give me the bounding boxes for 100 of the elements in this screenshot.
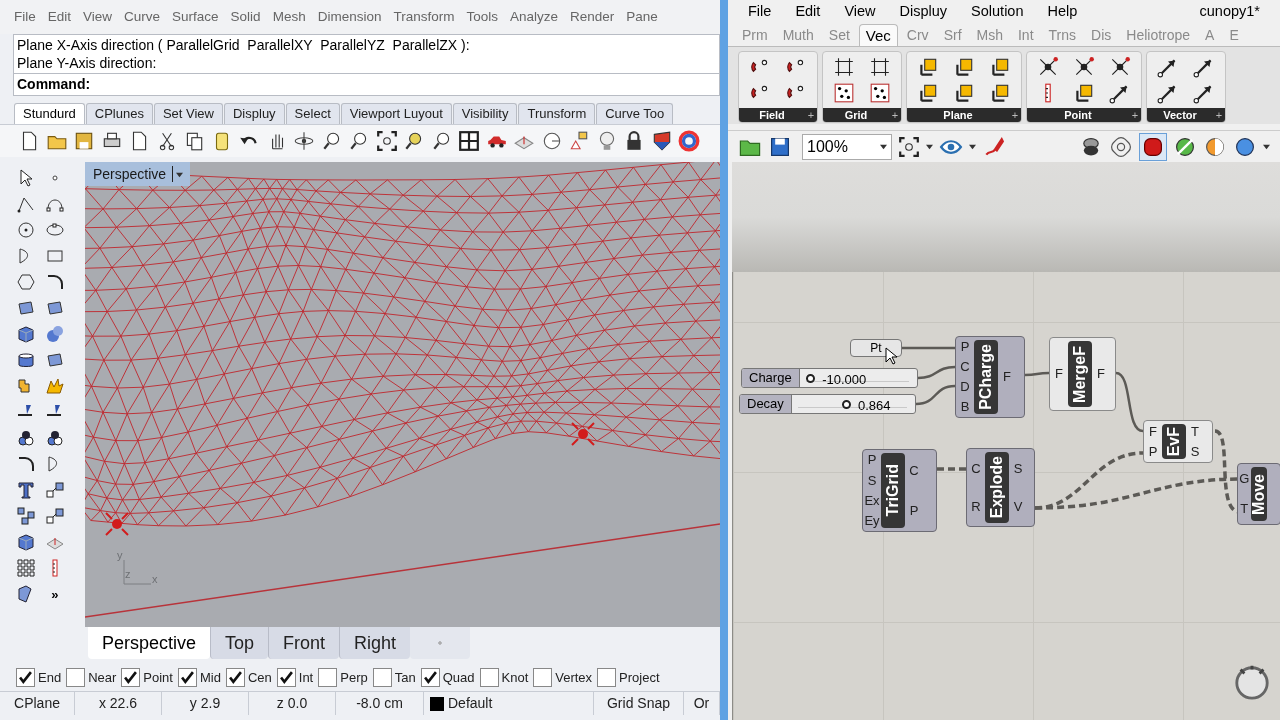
burst-icon[interactable] xyxy=(44,376,65,396)
number-slider[interactable]: Decay 0.864 xyxy=(739,394,916,414)
osnap-checkbox[interactable] xyxy=(121,668,141,687)
caret-icon[interactable] xyxy=(880,143,887,150)
polygon-icon[interactable] xyxy=(16,272,37,292)
color-wheel-icon[interactable] xyxy=(678,130,700,152)
slider-thumb[interactable] xyxy=(805,374,815,383)
component-tab[interactable]: Vec xyxy=(858,24,898,46)
text-icon[interactable] xyxy=(16,480,37,500)
menu-item[interactable]: Pane xyxy=(626,6,658,28)
menu-item[interactable]: File xyxy=(748,1,772,23)
toolbar-tab[interactable]: Set View xyxy=(153,103,223,124)
plane-icon[interactable] xyxy=(953,56,975,78)
surface-icon[interactable] xyxy=(16,298,37,318)
orbit-icon[interactable] xyxy=(293,130,315,152)
toolbar-tab[interactable]: Stundurd xyxy=(14,103,85,124)
toolbar-tab[interactable]: Visibility xyxy=(452,103,518,124)
toolbar-tab[interactable]: Displuy xyxy=(224,103,285,124)
menu-item[interactable]: Solid xyxy=(230,6,261,28)
plane-icon[interactable] xyxy=(917,82,939,104)
slider-track[interactable]: -10.000 xyxy=(799,369,917,387)
osnap-checkbox[interactable] xyxy=(372,668,392,687)
command-prompt[interactable]: Command: xyxy=(17,74,91,95)
menu-item[interactable]: Curve xyxy=(124,6,161,28)
zoom-extents-icon[interactable] xyxy=(375,130,398,152)
boolean-icon[interactable] xyxy=(16,428,37,448)
panel-expand-button[interactable]: + xyxy=(805,109,817,121)
menu-item[interactable]: File xyxy=(14,6,36,28)
viewport-tab[interactable]: Front xyxy=(268,627,340,659)
osnap-checkbox[interactable] xyxy=(420,668,440,687)
menu-item[interactable]: Analyze xyxy=(509,6,558,28)
plane-icon[interactable] xyxy=(917,56,939,78)
osnap-checkbox[interactable] xyxy=(225,668,245,687)
caret-icon[interactable] xyxy=(1263,143,1270,150)
plane-icon[interactable] xyxy=(1073,82,1095,104)
save-icon[interactable] xyxy=(73,130,95,152)
panel-expand-button[interactable]: + xyxy=(889,109,901,121)
dropdown-caret-icon[interactable] xyxy=(176,170,184,178)
menu-item[interactable]: Help xyxy=(1047,1,1078,23)
panel-expand-button[interactable]: + xyxy=(1129,109,1141,121)
osnap-checkbox[interactable] xyxy=(177,668,197,687)
menu-item[interactable]: Edit xyxy=(47,6,72,28)
osnap-checkbox[interactable] xyxy=(276,668,296,687)
scattered-dots-icon[interactable] xyxy=(869,82,891,104)
caret-icon[interactable] xyxy=(969,143,976,150)
menu-item[interactable]: Tools xyxy=(466,6,498,28)
point-parameter[interactable]: Pt xyxy=(850,339,902,357)
component-node[interactable]: F MergeF F xyxy=(1049,337,1116,411)
slider-thumb[interactable] xyxy=(841,400,851,409)
four-viewports-icon[interactable] xyxy=(458,130,480,152)
square-grid-icon[interactable] xyxy=(869,56,891,78)
toolbar-tab[interactable]: Trunsform xyxy=(518,103,596,124)
toolbar-tab[interactable]: Select xyxy=(285,103,340,124)
menu-item[interactable]: Solution xyxy=(971,1,1024,23)
plane-icon[interactable] xyxy=(953,82,975,104)
viewport-tab[interactable]: Perspective xyxy=(88,627,211,659)
wireframe-preview-icon[interactable] xyxy=(1109,134,1133,159)
menu-item[interactable]: View xyxy=(83,6,113,28)
offset-curve-icon[interactable] xyxy=(16,454,37,474)
osnap-checkbox[interactable] xyxy=(66,668,86,687)
viewport-tab[interactable]: Top xyxy=(210,627,269,659)
zoom-extents-icon[interactable] xyxy=(898,135,920,158)
loft-surface-icon[interactable] xyxy=(44,298,65,318)
viewport-tab[interactable]: Right xyxy=(339,627,411,659)
osnap-checkbox[interactable] xyxy=(533,668,553,687)
menu-item[interactable]: Dimension xyxy=(317,6,382,28)
toolbar-tab[interactable]: Viewport Luyout xyxy=(340,103,452,124)
layer-name[interactable]: Default xyxy=(448,693,493,714)
menu-item[interactable]: Transform xyxy=(393,6,455,28)
circle-icon[interactable] xyxy=(16,220,37,240)
box-icon[interactable] xyxy=(16,324,37,344)
zoom-dropdown[interactable]: 100% xyxy=(802,133,892,160)
menu-item[interactable]: Mesh xyxy=(272,6,306,28)
toolbar-tab[interactable]: Curve Too xyxy=(596,103,674,124)
number-slider[interactable]: Charge -10.000 xyxy=(741,368,918,388)
dots-icon[interactable] xyxy=(44,428,65,448)
toolbar-tab[interactable]: CPlunes xyxy=(85,103,153,124)
slider-track[interactable]: 0.864 xyxy=(791,395,915,413)
panel-expand-button[interactable]: + xyxy=(1009,109,1021,121)
osnap-checkbox[interactable] xyxy=(318,668,338,687)
shapes-icon[interactable] xyxy=(568,130,590,152)
osnap-checkbox[interactable] xyxy=(16,668,35,687)
cluster-icon[interactable] xyxy=(1073,56,1095,78)
more-tools-button[interactable]: » xyxy=(51,587,59,601)
osnap-checkbox[interactable] xyxy=(479,668,499,687)
plane-icon[interactable] xyxy=(989,56,1011,78)
menu-item[interactable]: Edit xyxy=(795,1,821,23)
square-grid-icon[interactable] xyxy=(833,56,855,78)
cylinder-icon[interactable] xyxy=(16,350,37,370)
scale-icon[interactable] xyxy=(44,480,65,500)
grid-array-icon[interactable] xyxy=(16,558,37,578)
menu-item[interactable]: Surface xyxy=(172,6,219,28)
spheres-icon[interactable] xyxy=(44,324,65,344)
solid-edit-icon[interactable] xyxy=(16,532,37,552)
plane-icon[interactable] xyxy=(989,82,1011,104)
menu-item[interactable]: Render xyxy=(570,6,615,28)
viewport-title[interactable]: Perspective xyxy=(93,163,167,185)
panel-expand-button[interactable]: + xyxy=(1213,109,1225,121)
array-icon[interactable] xyxy=(16,506,37,526)
osnap-checkbox[interactable] xyxy=(597,668,617,687)
